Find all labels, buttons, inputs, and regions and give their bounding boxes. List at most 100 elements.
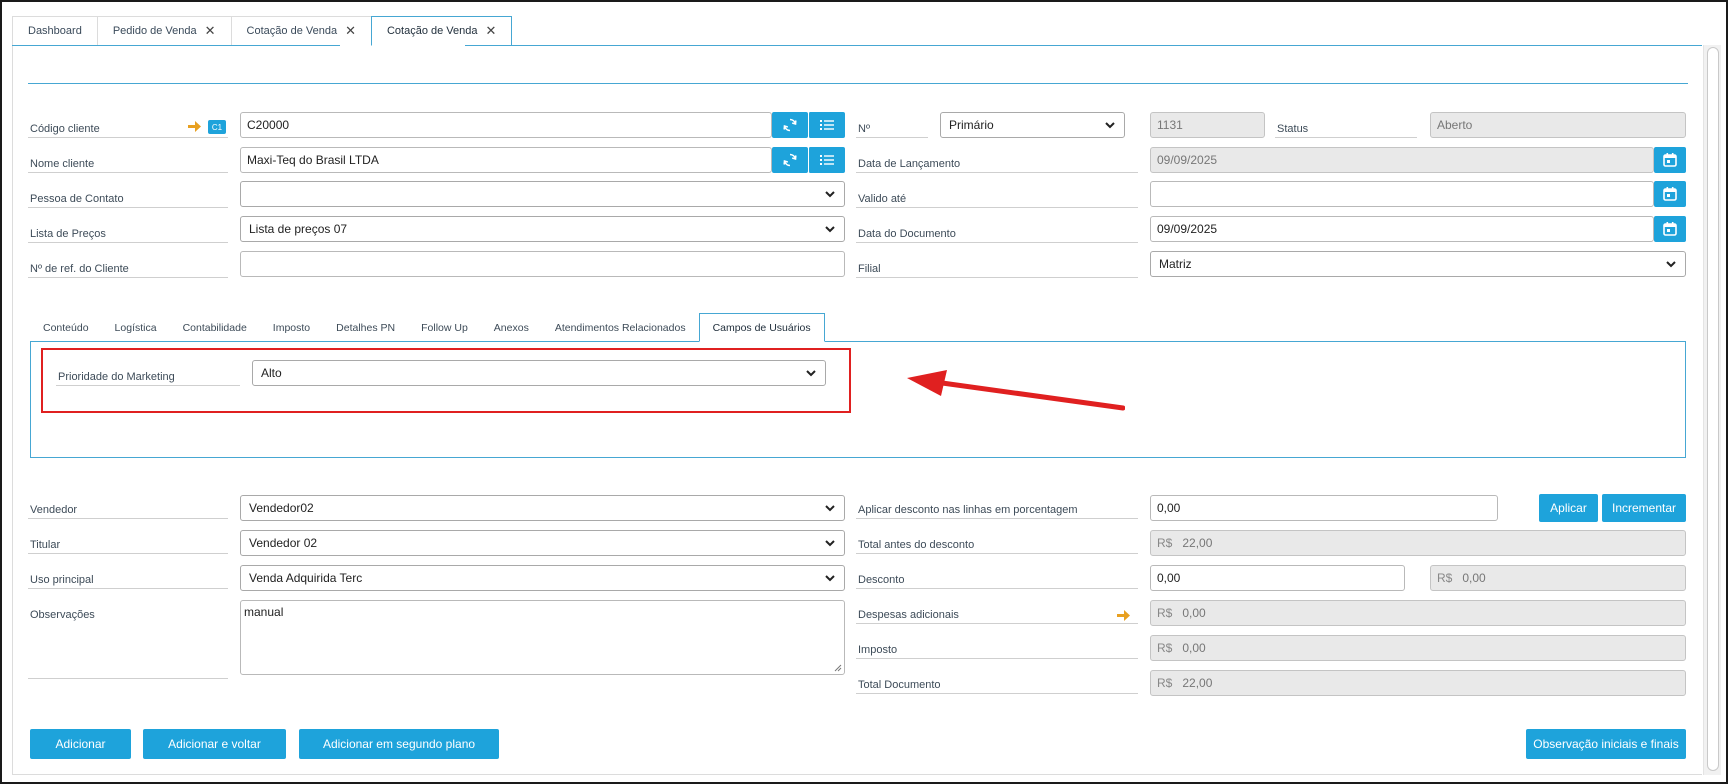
field-value: 22,00 <box>1182 676 1213 690</box>
close-icon[interactable]: ✕ <box>345 23 356 39</box>
field-value: 22,00 <box>1182 536 1213 550</box>
data-documento-input[interactable]: 09/09/2025 <box>1150 216 1654 242</box>
uso-principal-label: Uso principal <box>28 567 228 589</box>
titular-label: Titular <box>28 532 228 554</box>
tab-pedido-de-venda[interactable]: Pedido de Venda ✕ <box>96 16 231 45</box>
tab-follow-up[interactable]: Follow Up <box>408 313 481 342</box>
imposto-label: Imposto <box>856 637 1138 659</box>
tab-conteudo[interactable]: Conteúdo <box>30 313 102 342</box>
chevron-down-icon <box>825 191 835 198</box>
nome-cliente-input[interactable]: Maxi-Teq do Brasil LTDA <box>240 147 772 173</box>
adicionar-e-voltar-button[interactable]: Adicionar e voltar <box>143 729 286 759</box>
resize-grip-icon[interactable] <box>833 663 842 672</box>
vendedor-label: Vendedor <box>28 497 228 519</box>
currency-symbol: R$ <box>1437 571 1453 585</box>
chevron-down-icon <box>825 575 835 582</box>
observacoes-textarea[interactable]: manual <box>240 600 845 675</box>
scrollbar-thumb[interactable] <box>1707 47 1719 771</box>
tab-label: Dashboard <box>28 25 82 37</box>
desconto-label: Desconto <box>856 567 1138 589</box>
pessoa-contato-select[interactable] <box>240 181 845 207</box>
tab-imposto[interactable]: Imposto <box>260 313 323 342</box>
list-customer-button[interactable] <box>808 112 845 138</box>
calendar-valido-button[interactable] <box>1654 181 1686 207</box>
chevron-down-icon <box>1666 261 1676 268</box>
ref-cliente-input[interactable] <box>240 251 845 277</box>
tab-contabilidade[interactable]: Contabilidade <box>170 313 260 342</box>
link-arrow-icon[interactable] <box>188 121 201 132</box>
desconto-pct-input[interactable]: 0,00 <box>1150 565 1405 591</box>
numero-input: 1131 <box>1150 112 1265 138</box>
uso-principal-select[interactable]: Venda Adquirida Terc <box>240 565 845 591</box>
codigo-cliente-input[interactable]: C20000 <box>240 112 772 138</box>
tab-dashboard[interactable]: Dashboard <box>12 16 97 45</box>
vertical-scrollbar[interactable] <box>1703 45 1721 775</box>
select-value: Primário <box>949 118 994 132</box>
aplicar-button[interactable]: Aplicar <box>1539 494 1598 522</box>
currency-symbol: R$ <box>1157 536 1173 550</box>
total-antes-field: R$ 22,00 <box>1150 530 1686 556</box>
tab-campos-de-usuarios[interactable]: Campos de Usuários <box>698 313 825 342</box>
numero-label: Nº <box>856 116 928 138</box>
currency-symbol: R$ <box>1157 676 1173 690</box>
vendedor-select[interactable]: Vendedor02 <box>240 495 845 521</box>
calendar-documento-button[interactable] <box>1654 216 1686 242</box>
calendar-icon <box>1663 222 1677 236</box>
refresh-customer-button[interactable] <box>772 112 808 138</box>
filial-select[interactable]: Matriz <box>1150 251 1686 277</box>
chevron-down-icon <box>825 505 835 512</box>
select-value: Venda Adquirida Terc <box>249 571 363 585</box>
customer-type-badge: C1 <box>208 120 226 134</box>
valido-ate-input[interactable] <box>1150 181 1654 207</box>
filial-label: Filial <box>856 256 1138 278</box>
chevron-down-icon <box>1105 122 1115 129</box>
close-icon[interactable]: ✕ <box>205 23 216 39</box>
field-value: 0,00 <box>1182 606 1206 620</box>
list-icon <box>820 155 834 165</box>
refresh-name-button[interactable] <box>772 147 808 173</box>
annotation-highlight-box <box>41 348 851 413</box>
calendar-icon <box>1663 153 1677 167</box>
tab-anexos[interactable]: Anexos <box>481 313 542 342</box>
numero-series-select[interactable]: Primário <box>940 112 1125 138</box>
data-lancamento-input[interactable]: 09/09/2025 <box>1150 147 1654 173</box>
tab-label: Cotação de Venda <box>246 25 338 37</box>
status-label: Status <box>1275 116 1417 138</box>
pessoa-contato-label: Pessoa de Contato <box>28 186 228 208</box>
total-documento-field: R$ 22,00 <box>1150 670 1686 696</box>
titular-select[interactable]: Vendedor 02 <box>240 530 845 556</box>
close-icon[interactable]: ✕ <box>486 23 497 39</box>
adicionar-button[interactable]: Adicionar <box>30 729 131 759</box>
total-antes-label: Total antes do desconto <box>856 532 1138 554</box>
detail-tabs: Conteúdo Logística Contabilidade Imposto… <box>30 313 825 342</box>
desconto-linhas-input[interactable]: 0,00 <box>1150 495 1498 521</box>
status-input: Aberto <box>1430 112 1686 138</box>
lista-precos-select[interactable]: Lista de preços 07 <box>240 216 845 242</box>
imposto-field: R$ 0,00 <box>1150 635 1686 661</box>
observacoes-label: Observações <box>28 601 228 679</box>
data-lancamento-label: Data de Lançamento <box>856 151 1138 173</box>
select-value: Vendedor 02 <box>249 536 318 550</box>
tab-cotacao-de-venda-1[interactable]: Cotação de Venda ✕ <box>230 16 371 45</box>
chevron-down-icon <box>825 540 835 547</box>
desconto-amount-field: R$ 0,00 <box>1430 565 1686 591</box>
document-tabs: Dashboard Pedido de Venda ✕ Cotação de Ve… <box>12 16 513 46</box>
tab-cotacao-de-venda-2[interactable]: Cotação de Venda ✕ <box>370 16 513 46</box>
textarea-value: manual <box>244 605 284 619</box>
observacao-iniciais-finais-button[interactable]: Observação iniciais e finais <box>1526 729 1686 759</box>
refresh-icon <box>783 118 797 132</box>
tab-atendimentos-relacionados[interactable]: Atendimentos Relacionados <box>542 313 699 342</box>
incrementar-button[interactable]: Incrementar <box>1602 494 1686 522</box>
currency-symbol: R$ <box>1157 641 1173 655</box>
header-separator <box>28 83 1688 84</box>
ref-cliente-label: Nº de ref. do Cliente <box>28 256 228 278</box>
field-value: 0,00 <box>1462 571 1486 585</box>
tab-detalhes-pn[interactable]: Detalhes PN <box>323 313 408 342</box>
tab-logistica[interactable]: Logística <box>102 313 170 342</box>
list-name-button[interactable] <box>808 147 845 173</box>
adicionar-segundo-plano-button[interactable]: Adicionar em segundo plano <box>299 729 499 759</box>
data-documento-label: Data do Documento <box>856 221 1138 243</box>
link-arrow-icon[interactable] <box>1117 610 1130 621</box>
select-value: Vendedor02 <box>249 501 314 515</box>
calendar-lancamento-button[interactable] <box>1654 147 1686 173</box>
